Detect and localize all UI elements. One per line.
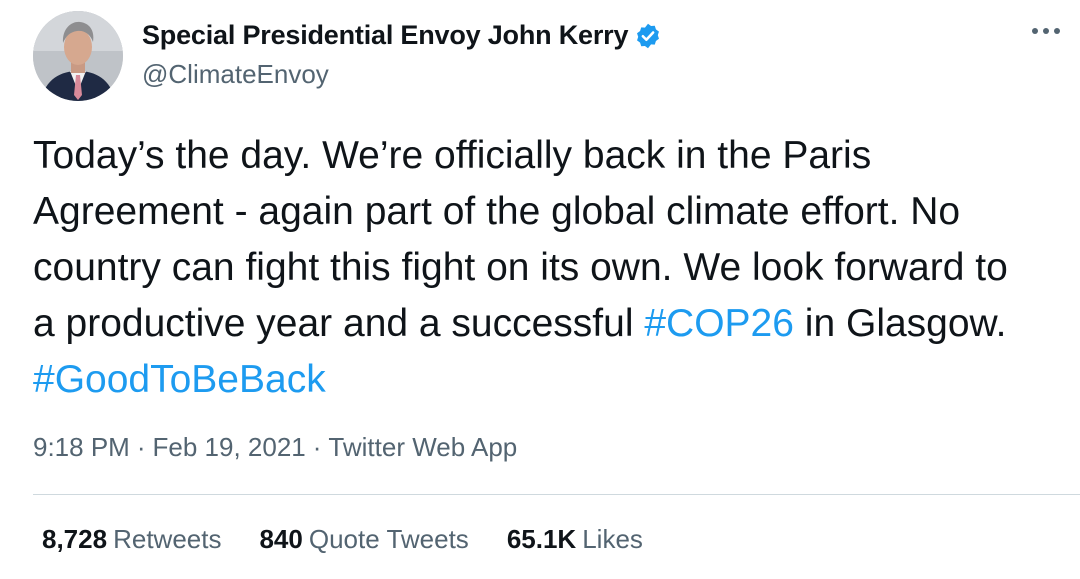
- avatar-image: [33, 11, 123, 101]
- likes-label: Likes: [582, 524, 643, 554]
- retweets-label: Retweets: [113, 524, 222, 554]
- tweet-text: Today’s the day. We’re officially back i…: [33, 128, 1073, 408]
- divider: [33, 494, 1080, 495]
- likes-count: 65.1K: [506, 524, 577, 554]
- quote-tweets-stat[interactable]: 840 Quote Tweets: [259, 524, 468, 555]
- meta-separator: ·: [312, 432, 322, 462]
- quote-tweets-count: 840: [259, 524, 303, 554]
- likes-stat[interactable]: 65.1K Likes: [507, 524, 643, 555]
- hashtag-goodtobeback-link[interactable]: #GoodToBeBack: [33, 358, 326, 401]
- meta-separator: ·: [136, 432, 146, 462]
- tweet-source-link[interactable]: Twitter Web App: [328, 432, 517, 462]
- tweet-text-line: country can fight this fight on its own.…: [33, 246, 1008, 289]
- tweet-text-line: Agreement - again part of the global cli…: [33, 190, 961, 233]
- author-handle[interactable]: @ClimateEnvoy: [142, 59, 329, 90]
- tweet-date[interactable]: Feb 19, 2021: [153, 432, 306, 462]
- tweet-text-line: #GoodToBeBack: [33, 352, 1073, 408]
- more-options-icon[interactable]: [1026, 16, 1066, 46]
- tweet-stats: 8,728 Retweets 840 Quote Tweets 65.1K Likes: [42, 524, 681, 555]
- tweet-text-segment: in Glasgow.: [804, 302, 1007, 345]
- author-name[interactable]: Special Presidential Envoy John Kerry: [142, 20, 662, 51]
- retweets-stat[interactable]: 8,728 Retweets: [42, 524, 221, 555]
- tweet-text-line: Today’s the day. We’re officially back i…: [33, 134, 872, 177]
- tweet: Special Presidential Envoy John Kerry @C…: [0, 0, 1080, 579]
- quote-tweets-label: Quote Tweets: [308, 524, 469, 554]
- author-name-text[interactable]: Special Presidential Envoy John Kerry: [142, 20, 628, 51]
- tweet-text-line: a productive year and a successful #COP2…: [33, 296, 1073, 352]
- tweet-text-segment: a productive year and a successful: [33, 302, 634, 345]
- retweets-count: 8,728: [42, 524, 108, 554]
- tweet-meta: 9:18 PM · Feb 19, 2021 · Twitter Web App: [33, 432, 517, 463]
- avatar[interactable]: [33, 11, 123, 101]
- tweet-time[interactable]: 9:18 PM: [33, 432, 130, 462]
- hashtag-cop26-link[interactable]: #COP26: [644, 302, 794, 345]
- verified-badge-icon: [634, 22, 662, 50]
